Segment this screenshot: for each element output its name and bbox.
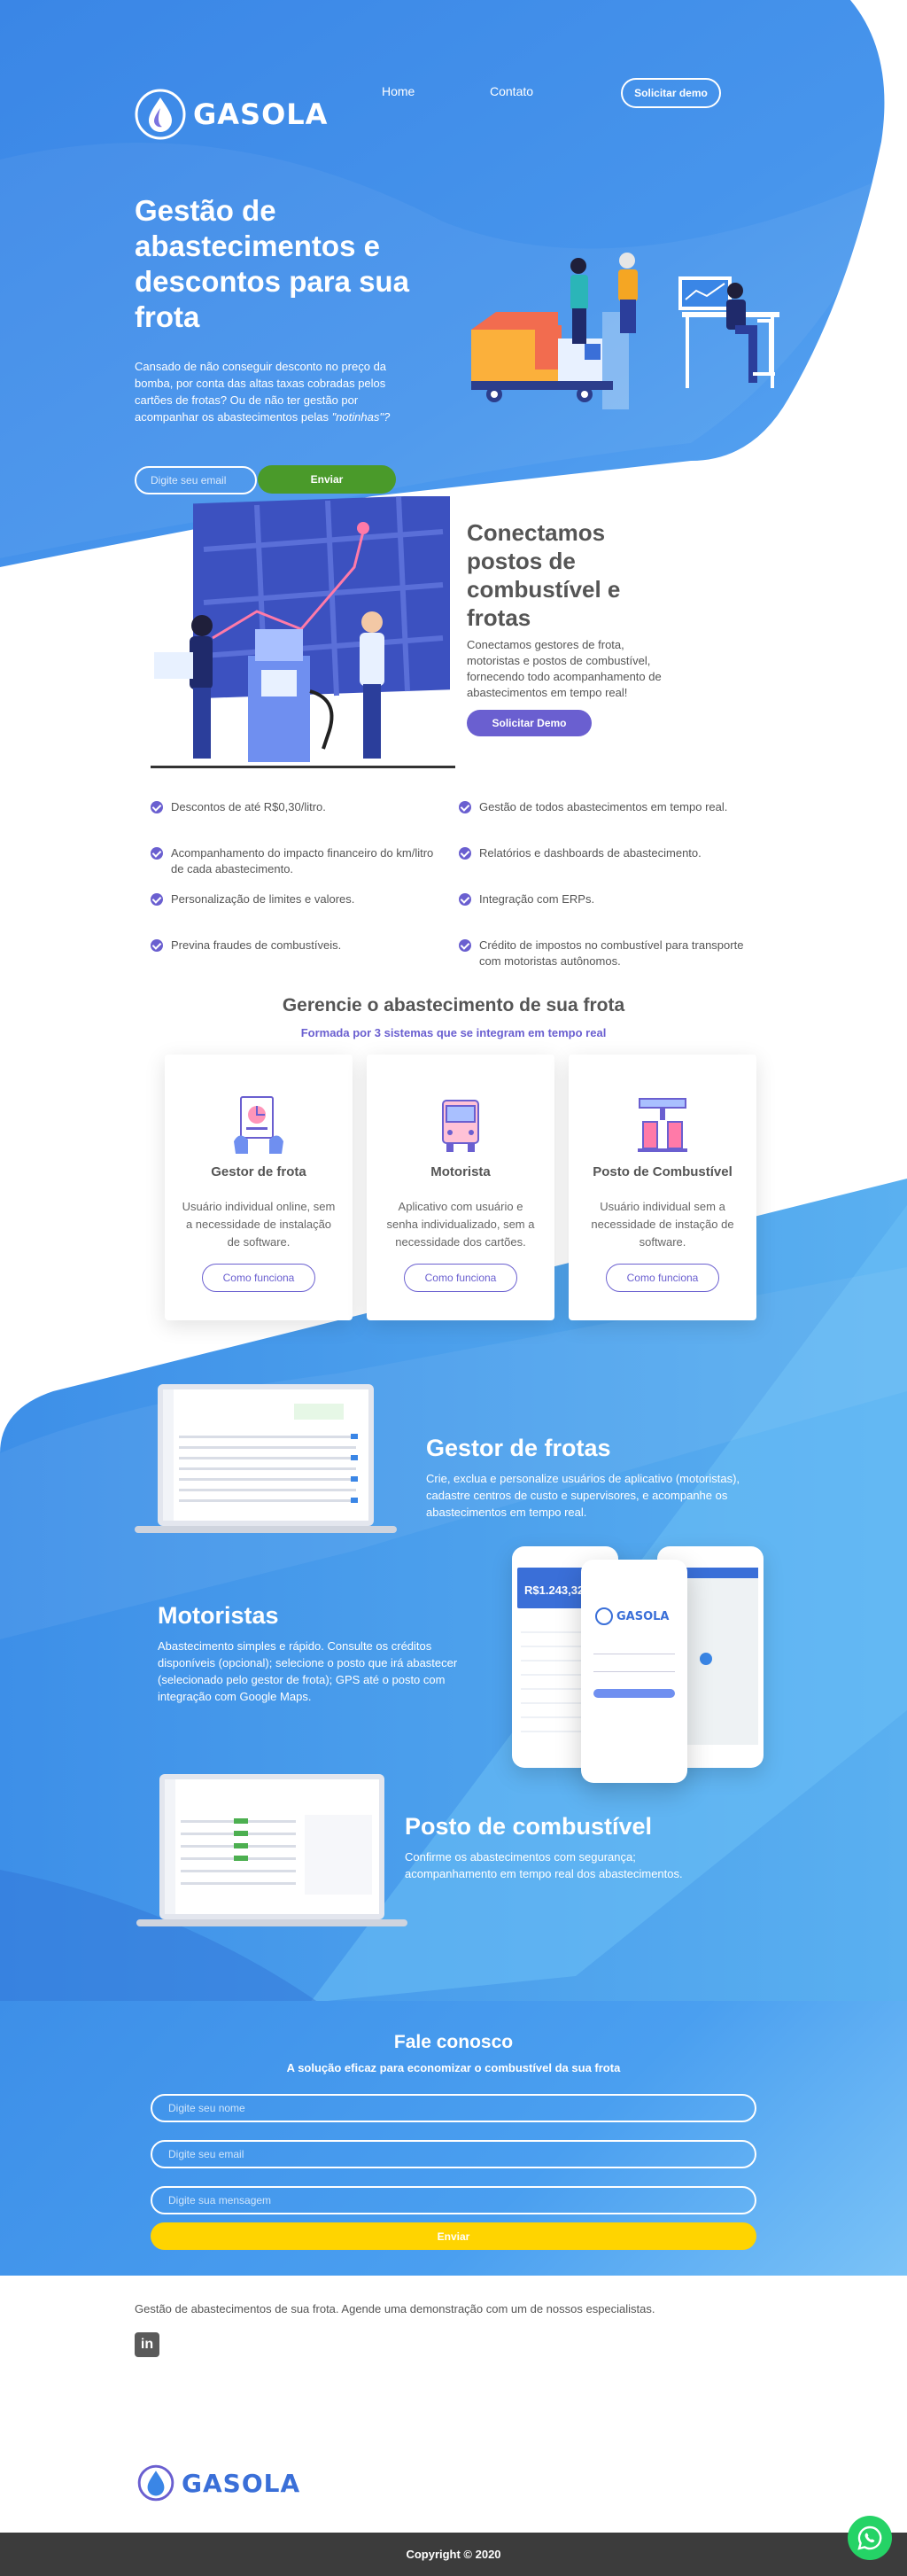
- map-station-illustration: [151, 496, 455, 768]
- footer-text: Gestão de abastecimentos de sua frota. A…: [135, 2302, 655, 2315]
- card-gas-station: Posto de Combustível Usuário individual …: [569, 1055, 756, 1320]
- whatsapp-button[interactable]: [848, 2516, 892, 2560]
- card-description: Usuário individual sem a necessidade de …: [591, 1200, 734, 1249]
- hero-illustration: [471, 253, 779, 409]
- request-demo-button[interactable]: Solicitar demo: [621, 78, 721, 108]
- card-title: Gestor de frota: [211, 1164, 306, 1179]
- posto-description: Confirme os abastecimentos com segurança…: [405, 1850, 683, 1880]
- feature-item: Previna fraudes de combustíveis.: [151, 938, 443, 953]
- feature-text: Integração com ERPs.: [479, 892, 595, 906]
- feature-text: Personalização de limites e valores.: [171, 892, 355, 906]
- contact-send-button[interactable]: Enviar: [151, 2222, 756, 2250]
- contact-title: Fale conosco: [393, 2032, 514, 2052]
- check-icon: [151, 847, 163, 860]
- feature-text: Descontos de até R$0,30/litro.: [171, 800, 326, 813]
- drop-logo-icon: [135, 89, 186, 140]
- check-icon: [459, 801, 471, 813]
- card-driver: Motorista Aplicativo com usuário e senha…: [367, 1055, 554, 1320]
- nav-contact-link[interactable]: Contato: [490, 84, 533, 98]
- phone-image-center: GASOLA: [581, 1560, 687, 1783]
- laptop-station-image: [136, 1774, 407, 1926]
- contact-name-input[interactable]: [151, 2094, 756, 2122]
- whatsapp-icon: [857, 2525, 882, 2550]
- motoristas-description: Abastecimento simples e rápido. Consulte…: [158, 1639, 458, 1703]
- footer-logo[interactable]: GASOLA: [137, 2464, 300, 2502]
- phone-logo: GASOLA: [616, 1609, 670, 1623]
- feature-item: Relatórios e dashboards de abastecimento…: [459, 845, 751, 861]
- fleet-manager-icon: [234, 1096, 283, 1154]
- feature-item: Integração com ERPs.: [459, 891, 751, 907]
- check-icon: [459, 893, 471, 906]
- check-icon: [151, 893, 163, 906]
- how-it-works-button[interactable]: Como funciona: [202, 1264, 315, 1292]
- card-title: Posto de Combustível: [593, 1164, 733, 1179]
- systems-subtitle: Formada por 3 sistemas que se integram e…: [300, 1026, 607, 1039]
- feature-item: Acompanhamento do impacto financeiro do …: [151, 845, 443, 877]
- laptop-dashboard-image: [135, 1384, 397, 1533]
- systems-title: Gerencie o abastecimento de sua frota: [282, 995, 625, 1016]
- card-fleet-manager: Gestor de frota Usuário individual onlin…: [165, 1055, 353, 1320]
- how-it-works-button[interactable]: Como funciona: [404, 1264, 517, 1292]
- contact-email-input[interactable]: [151, 2140, 756, 2168]
- contact-message-input[interactable]: [151, 2186, 756, 2214]
- check-icon: [459, 939, 471, 952]
- connect-title: Conectamos postos de combustível e frota…: [467, 519, 621, 631]
- hero-title: Gestão de abastecimentos e descontos par…: [135, 194, 409, 333]
- card-description: Aplicativo com usuário e senha individua…: [386, 1200, 535, 1249]
- feature-item: Descontos de até R$0,30/litro.: [151, 799, 443, 815]
- motoristas-title: Motoristas: [158, 1602, 279, 1629]
- check-icon: [151, 801, 163, 813]
- brand-name: GASOLA: [193, 97, 329, 131]
- check-icon: [459, 847, 471, 860]
- posto-title: Posto de combustível: [405, 1813, 653, 1840]
- hero-description: Cansado de não conseguir desconto no pre…: [135, 358, 405, 425]
- copyright-text: Copyright © 2020: [406, 2548, 501, 2561]
- feature-item: Personalização de limites e valores.: [151, 891, 443, 907]
- feature-text: Gestão de todos abastecimentos em tempo …: [479, 800, 728, 813]
- card-description: Usuário individual online, sem a necessi…: [182, 1200, 336, 1249]
- card-title: Motorista: [430, 1164, 491, 1179]
- feature-text: Relatórios e dashboards de abastecimento…: [479, 846, 702, 860]
- feature-text: Crédito de impostos no combustível para …: [479, 938, 744, 968]
- feature-item: Gestão de todos abastecimentos em tempo …: [459, 799, 751, 815]
- feature-text: Previna fraudes de combustíveis.: [171, 938, 342, 952]
- linkedin-icon[interactable]: in: [135, 2332, 159, 2357]
- copyright-bar: Copyright © 2020: [0, 2533, 907, 2576]
- request-demo-purple-button[interactable]: Solicitar Demo: [467, 710, 592, 736]
- feature-text: Acompanhamento do impacto financeiro do …: [171, 846, 434, 876]
- gas-station-icon: [638, 1098, 687, 1152]
- phone-balance: R$1.243,32: [524, 1584, 585, 1597]
- truck-icon: [442, 1100, 479, 1152]
- connect-description: Conectamos gestores de frota, motoristas…: [467, 638, 662, 699]
- gestor-description: Crie, exclua e personalize usuários de a…: [426, 1472, 740, 1519]
- drop-logo-icon: [137, 2464, 174, 2502]
- hero-email-input[interactable]: [135, 466, 257, 494]
- how-it-works-button[interactable]: Como funciona: [606, 1264, 719, 1292]
- hero-description-emphasis: "notinhas"?: [331, 410, 391, 424]
- footer-brand-name: GASOLA: [182, 2468, 301, 2498]
- nav-home-link[interactable]: Home: [382, 84, 415, 98]
- gestor-title: Gestor de frotas: [426, 1435, 611, 1461]
- check-icon: [151, 939, 163, 952]
- contact-subtitle: A solução eficaz para economizar o combu…: [286, 2061, 621, 2074]
- feature-item: Crédito de impostos no combustível para …: [459, 938, 751, 969]
- header-logo[interactable]: GASOLA: [135, 89, 328, 140]
- hero-send-button[interactable]: Enviar: [258, 465, 396, 494]
- landing-page: GASOLA Home Contato Solicitar demo Gestã…: [0, 0, 907, 2576]
